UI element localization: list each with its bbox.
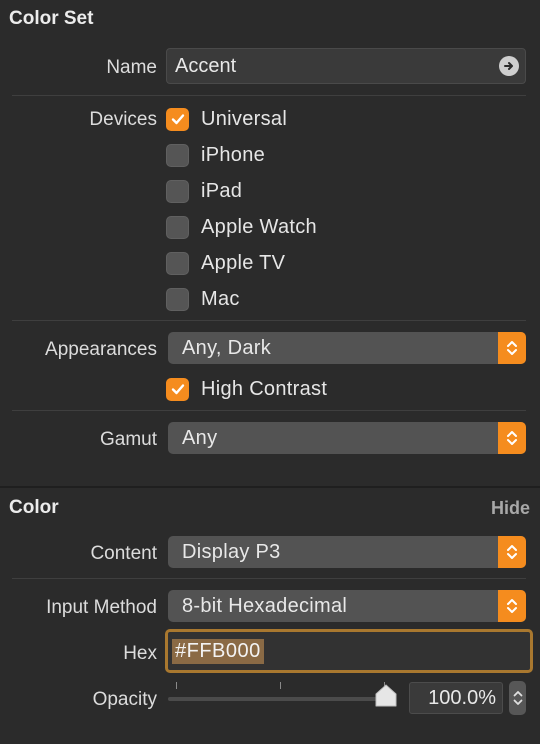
input-method-popup[interactable]: 8-bit Hexadecimal — [168, 590, 526, 622]
device-label: Mac — [201, 287, 240, 310]
checkbox-ipad[interactable] — [166, 179, 189, 203]
opacity-label: Opacity — [92, 689, 157, 710]
device-label: Apple Watch — [201, 215, 317, 238]
appearances-value: Any, Dark — [182, 336, 272, 359]
hex-value: #FFB000 — [172, 638, 264, 664]
checkmark-icon — [171, 114, 184, 125]
device-iphone[interactable]: iPhone — [166, 140, 506, 170]
opacity-field[interactable]: 100.0% — [409, 682, 503, 714]
devices-list: Universal iPhone iPad Apple Watch Apple … — [166, 104, 506, 314]
content-value: Display P3 — [182, 540, 281, 563]
gamut-popup[interactable]: Any — [168, 422, 526, 454]
hide-button[interactable]: Hide — [491, 498, 530, 519]
appearances-label: Appearances — [45, 339, 157, 360]
device-label: Apple TV — [201, 251, 286, 274]
content-popup[interactable]: Display P3 — [168, 536, 526, 568]
checkbox-universal[interactable] — [166, 107, 189, 131]
gamut-label: Gamut — [99, 429, 157, 450]
checkbox-mac[interactable] — [166, 287, 189, 311]
name-value: Accent — [175, 54, 237, 77]
checkmark-icon — [171, 384, 184, 395]
chevron-up-down-icon — [498, 422, 526, 454]
chevron-up-down-icon — [498, 590, 526, 622]
separator — [12, 95, 526, 96]
device-label: iPad — [201, 179, 243, 202]
device-apple-tv[interactable]: Apple TV — [166, 248, 506, 278]
color-set-title: Color Set — [9, 8, 94, 29]
name-field[interactable]: Accent — [166, 48, 526, 84]
slider-tick — [280, 682, 281, 689]
device-apple-watch[interactable]: Apple Watch — [166, 212, 506, 242]
chevron-up-down-icon — [513, 691, 522, 705]
device-mac[interactable]: Mac — [166, 284, 506, 314]
appearances-popup[interactable]: Any, Dark — [168, 332, 526, 364]
opacity-value: 100.0% — [428, 686, 496, 709]
device-label: iPhone — [201, 143, 266, 166]
slider-thumb[interactable] — [374, 684, 397, 707]
devices-label: Devices — [89, 109, 157, 130]
checkbox-apple-watch[interactable] — [166, 215, 189, 239]
high-contrast-label: High Contrast — [201, 377, 328, 400]
opacity-slider[interactable] — [166, 678, 400, 714]
chevron-up-down-icon — [498, 536, 526, 568]
color-title: Color — [9, 497, 59, 518]
gamut-value: Any — [182, 426, 218, 449]
checkbox-iphone[interactable] — [166, 143, 189, 167]
separator — [12, 410, 526, 411]
content-label: Content — [90, 543, 157, 564]
separator — [12, 578, 526, 579]
device-ipad[interactable]: iPad — [166, 176, 506, 206]
checkbox-apple-tv[interactable] — [166, 251, 189, 275]
separator — [12, 320, 526, 321]
chevron-up-down-icon — [498, 332, 526, 364]
device-universal[interactable]: Universal — [166, 104, 506, 134]
input-method-value: 8-bit Hexadecimal — [182, 594, 348, 617]
checkbox-high-contrast[interactable] — [166, 377, 189, 401]
name-label: Name — [106, 57, 157, 78]
hex-label: Hex — [123, 643, 157, 664]
section-divider — [0, 486, 540, 488]
hex-field[interactable]: #FFB000 — [165, 629, 533, 673]
slider-tick — [176, 682, 177, 689]
input-method-label: Input Method — [46, 597, 157, 618]
opacity-stepper[interactable] — [509, 681, 526, 715]
high-contrast-toggle[interactable]: High Contrast — [166, 374, 327, 404]
slider-track — [168, 697, 394, 701]
arrow-right-circle-icon[interactable] — [499, 56, 519, 76]
device-label: Universal — [201, 107, 288, 130]
